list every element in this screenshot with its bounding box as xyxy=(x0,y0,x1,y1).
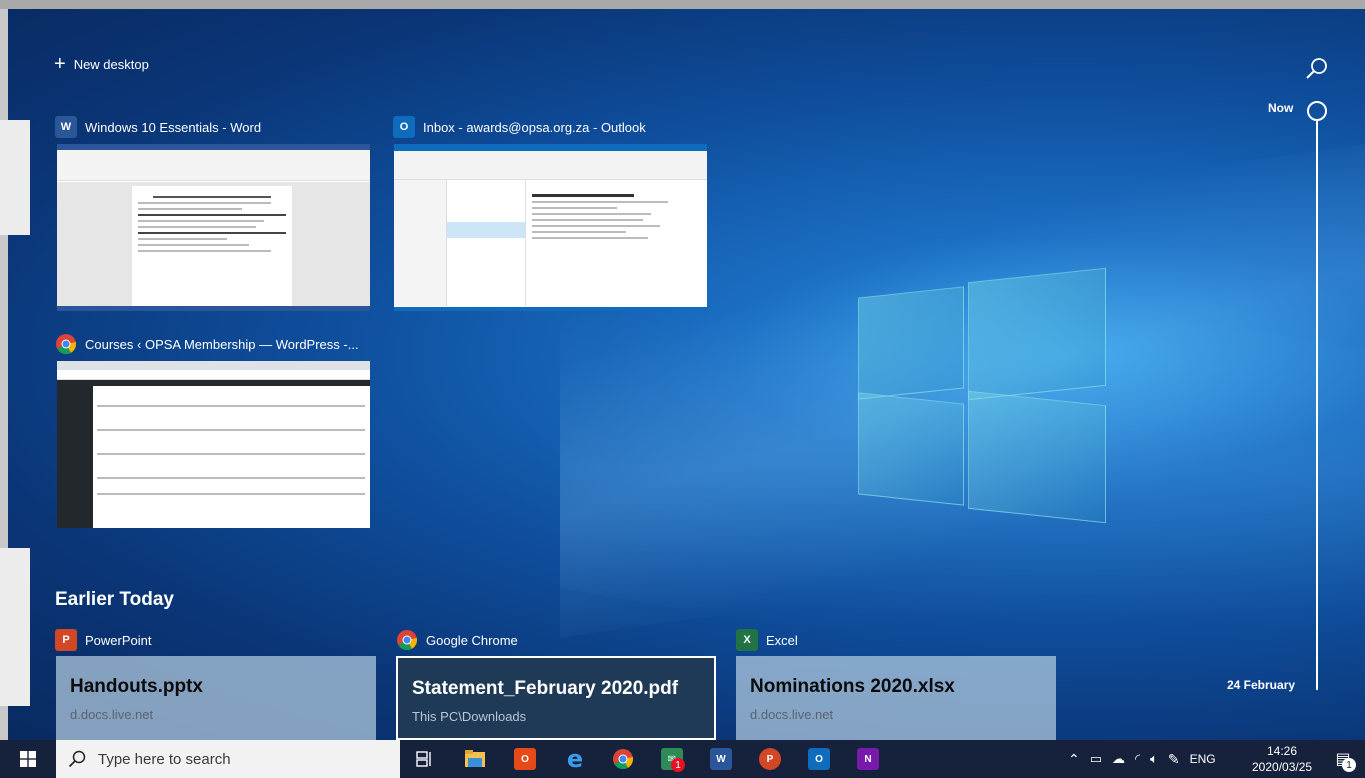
thumbnail-wp-table xyxy=(97,391,365,521)
system-tray: ⌃ ▭ ☁ ◜ 🔈︎ ✎ ENG xyxy=(1068,740,1216,778)
windows-logo-pane xyxy=(858,286,964,400)
activity-card-statement[interactable]: Statement_February 2020.pdf This PC\Down… xyxy=(396,656,716,740)
office-icon: O xyxy=(514,748,536,770)
window-title-outlook: O Inbox - awards@opsa.org.za - Outlook xyxy=(393,116,646,138)
chrome-icon xyxy=(613,749,634,770)
chrome-icon xyxy=(56,334,77,355)
taskbar-search-box[interactable] xyxy=(56,740,400,778)
cloud-icon[interactable]: ☁ xyxy=(1112,751,1125,767)
powerpoint-icon: P xyxy=(759,748,781,770)
card-app-powerpoint: P PowerPoint xyxy=(55,629,151,651)
taskbar: O e ✉ 1 W P O N ⌃ ▭ ☁ ◜ 🔈︎ ✎ ENG 14: xyxy=(0,740,1365,778)
offscreen-window xyxy=(0,548,30,706)
timeline-now-marker[interactable] xyxy=(1307,101,1327,121)
search-icon xyxy=(68,750,86,768)
taskbar-edge[interactable]: e xyxy=(562,745,588,773)
search-icon[interactable] xyxy=(1304,56,1330,82)
card-file-name: Statement_February 2020.pdf xyxy=(412,678,679,699)
chrome-icon xyxy=(397,630,418,651)
windows-logo-pane xyxy=(858,392,964,506)
activity-card-nominations[interactable]: Nominations 2020.xlsx d.docs.live.net xyxy=(736,656,1056,740)
card-app-chrome: Google Chrome xyxy=(396,629,518,651)
thumbnail-reading-pane xyxy=(528,186,706,304)
new-desktop-label: New desktop xyxy=(73,56,149,72)
timeline-scrollbar[interactable] xyxy=(1316,120,1318,690)
timeline-now-label: Now xyxy=(1268,101,1294,115)
timeline-view: + New desktop Now 24 February W Windows … xyxy=(0,0,1365,740)
clock[interactable]: 14:26 2020/03/25 xyxy=(1252,743,1312,775)
taskbar-mail[interactable]: ✉ 1 xyxy=(659,746,685,772)
card-file-path: This PC\Downloads xyxy=(412,709,527,724)
windows-logo-pane xyxy=(968,267,1106,401)
card-file-path: d.docs.live.net xyxy=(70,707,154,722)
chevron-up-icon[interactable]: ⌃ xyxy=(1068,751,1080,768)
thumbnail-message-list xyxy=(447,180,526,306)
mail-badge: 1 xyxy=(671,758,685,772)
taskbar-chrome[interactable] xyxy=(610,746,636,772)
thumbnail-ribbon xyxy=(57,150,370,181)
excel-icon: X xyxy=(736,629,758,651)
onenote-icon: N xyxy=(857,748,879,770)
taskbar-onenote[interactable]: N xyxy=(855,746,881,772)
window-thumbnail-chrome[interactable] xyxy=(57,361,370,528)
offscreen-window xyxy=(0,120,30,235)
task-view-button[interactable] xyxy=(411,746,437,772)
action-center-button[interactable]: ▤ 1 xyxy=(1330,746,1356,772)
clock-date: 2020/03/25 xyxy=(1252,760,1313,774)
thumbnail-statusbar xyxy=(57,306,370,311)
wifi-icon[interactable]: ◜ xyxy=(1135,751,1140,767)
task-view-icon xyxy=(416,751,431,767)
section-title-earlier-today: Earlier Today xyxy=(55,589,174,610)
taskbar-office[interactable]: O xyxy=(512,746,538,772)
new-desktop-button[interactable]: + New desktop xyxy=(54,53,149,75)
window-top-edge xyxy=(0,0,1365,9)
outlook-icon: O xyxy=(808,748,830,770)
word-icon: W xyxy=(710,748,732,770)
language-indicator[interactable]: ENG xyxy=(1190,752,1216,766)
taskbar-search-input[interactable] xyxy=(96,749,380,769)
taskbar-file-explorer[interactable] xyxy=(462,746,488,772)
thumbnail-folder-pane xyxy=(394,180,447,306)
timeline-date-label[interactable]: 24 February xyxy=(1227,678,1295,692)
window-thumbnail-word[interactable] xyxy=(57,144,370,311)
window-title-word: W Windows 10 Essentials - Word xyxy=(55,116,261,138)
window-title-chrome: Courses ‹ OPSA Membership — WordPress -.… xyxy=(55,333,359,355)
card-file-name: Handouts.pptx xyxy=(70,676,203,697)
clock-time: 14:26 xyxy=(1266,744,1298,758)
card-app-excel: X Excel xyxy=(736,629,798,651)
taskbar-word[interactable]: W xyxy=(708,746,734,772)
volume-icon[interactable]: 🔈︎ xyxy=(1150,751,1158,767)
thumbnail-page xyxy=(132,186,292,306)
edge-icon: e xyxy=(566,745,584,773)
taskbar-powerpoint[interactable]: P xyxy=(757,746,783,772)
powerpoint-icon: P xyxy=(55,629,77,651)
card-file-path: d.docs.live.net xyxy=(750,707,834,722)
activity-card-handouts[interactable]: Handouts.pptx d.docs.live.net xyxy=(56,656,376,740)
thumbnail-canvas xyxy=(57,182,370,306)
card-file-name: Nominations 2020.xlsx xyxy=(750,676,955,697)
thumbnail-wp-sidebar xyxy=(57,385,93,528)
plus-icon: + xyxy=(54,53,66,75)
pen-icon[interactable]: ✎ xyxy=(1168,751,1180,768)
battery-icon[interactable]: ▭ xyxy=(1090,751,1102,767)
window-thumbnail-outlook[interactable] xyxy=(394,144,707,311)
word-icon: W xyxy=(55,116,77,138)
windows-logo-pane xyxy=(968,390,1106,524)
windows-logo-icon xyxy=(20,751,36,767)
notification-badge: 1 xyxy=(1342,758,1356,772)
folder-icon xyxy=(465,750,485,767)
outlook-icon: O xyxy=(393,116,415,138)
taskbar-outlook[interactable]: O xyxy=(806,746,832,772)
start-button[interactable] xyxy=(0,740,56,778)
